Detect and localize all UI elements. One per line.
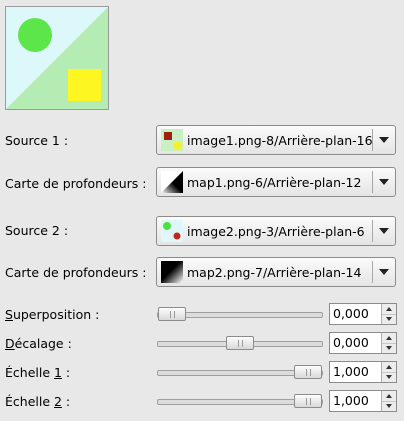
overlap-slider[interactable] <box>157 307 323 321</box>
source1-value: image1.png-8/Arrière-plan-16 <box>187 132 372 148</box>
depth-map2-combo[interactable]: map2.png-7/Arrière-plan-14 <box>156 257 396 287</box>
offset-label: Décalage : <box>5 336 72 351</box>
depth-map1-dropdown-arrow-icon[interactable] <box>373 179 395 185</box>
scale2-spinbox[interactable]: 1,000 <box>329 390 397 412</box>
depth-map1-thumbnail-icon <box>161 171 183 193</box>
scale1-slider-handle[interactable] <box>294 365 322 379</box>
scale2-slider[interactable] <box>157 394 323 408</box>
preview-circle <box>18 18 52 52</box>
depth-map2-value: map2.png-7/Arrière-plan-14 <box>187 264 362 280</box>
source2-label: Source 2 : <box>5 223 69 238</box>
source2-dropdown-arrow-icon[interactable] <box>373 228 395 234</box>
source1-dropdown-arrow-icon[interactable] <box>373 137 395 143</box>
scale2-increment-icon[interactable] <box>382 391 396 402</box>
overlap-value[interactable]: 0,000 <box>330 304 381 324</box>
depth-map2-thumbnail-icon <box>161 261 183 283</box>
scale2-label: Échelle 2 : <box>5 394 71 409</box>
depth-map1-label: Carte de profondeurs : <box>5 176 147 191</box>
scale2-slider-handle[interactable] <box>294 394 322 408</box>
overlap-spinbox[interactable]: 0,000 <box>329 303 397 325</box>
overlap-increment-icon[interactable] <box>382 304 396 315</box>
overlap-decrement-icon[interactable] <box>382 314 396 324</box>
source1-combo[interactable]: image1.png-8/Arrière-plan-16 <box>156 125 396 155</box>
scale1-value[interactable]: 1,000 <box>330 362 381 382</box>
scale1-slider[interactable] <box>157 365 323 379</box>
offset-slider[interactable] <box>157 336 323 350</box>
depth-map2-label: Carte de profondeurs : <box>5 265 147 280</box>
scale1-label: Échelle 1 : <box>5 365 71 380</box>
source1-label: Source 1 : <box>5 133 69 148</box>
offset-value[interactable]: 0,000 <box>330 333 381 353</box>
overlap-label: Superposition : <box>5 307 100 322</box>
depth-map1-combo[interactable]: map1.png-6/Arrière-plan-12 <box>156 167 396 197</box>
source2-value: image2.png-3/Arrière-plan-6 <box>187 223 365 239</box>
source2-combo[interactable]: image2.png-3/Arrière-plan-6 <box>156 216 396 246</box>
preview-canvas <box>6 7 108 109</box>
overlap-slider-handle[interactable] <box>158 307 186 321</box>
scale1-spinbox[interactable]: 1,000 <box>329 361 397 383</box>
offset-increment-icon[interactable] <box>382 333 396 344</box>
source1-thumbnail-icon <box>161 129 183 151</box>
depth-map1-value: map1.png-6/Arrière-plan-12 <box>187 174 362 190</box>
scale1-decrement-icon[interactable] <box>382 372 396 382</box>
preview-image <box>5 6 109 110</box>
source2-thumbnail-icon <box>161 220 183 242</box>
offset-decrement-icon[interactable] <box>382 343 396 353</box>
offset-spinbox[interactable]: 0,000 <box>329 332 397 354</box>
scale2-decrement-icon[interactable] <box>382 401 396 411</box>
scale1-increment-icon[interactable] <box>382 362 396 373</box>
scale2-value[interactable]: 1,000 <box>330 391 381 411</box>
preview-square <box>68 69 101 101</box>
offset-slider-handle[interactable] <box>226 336 254 350</box>
depth-map2-dropdown-arrow-icon[interactable] <box>373 269 395 275</box>
